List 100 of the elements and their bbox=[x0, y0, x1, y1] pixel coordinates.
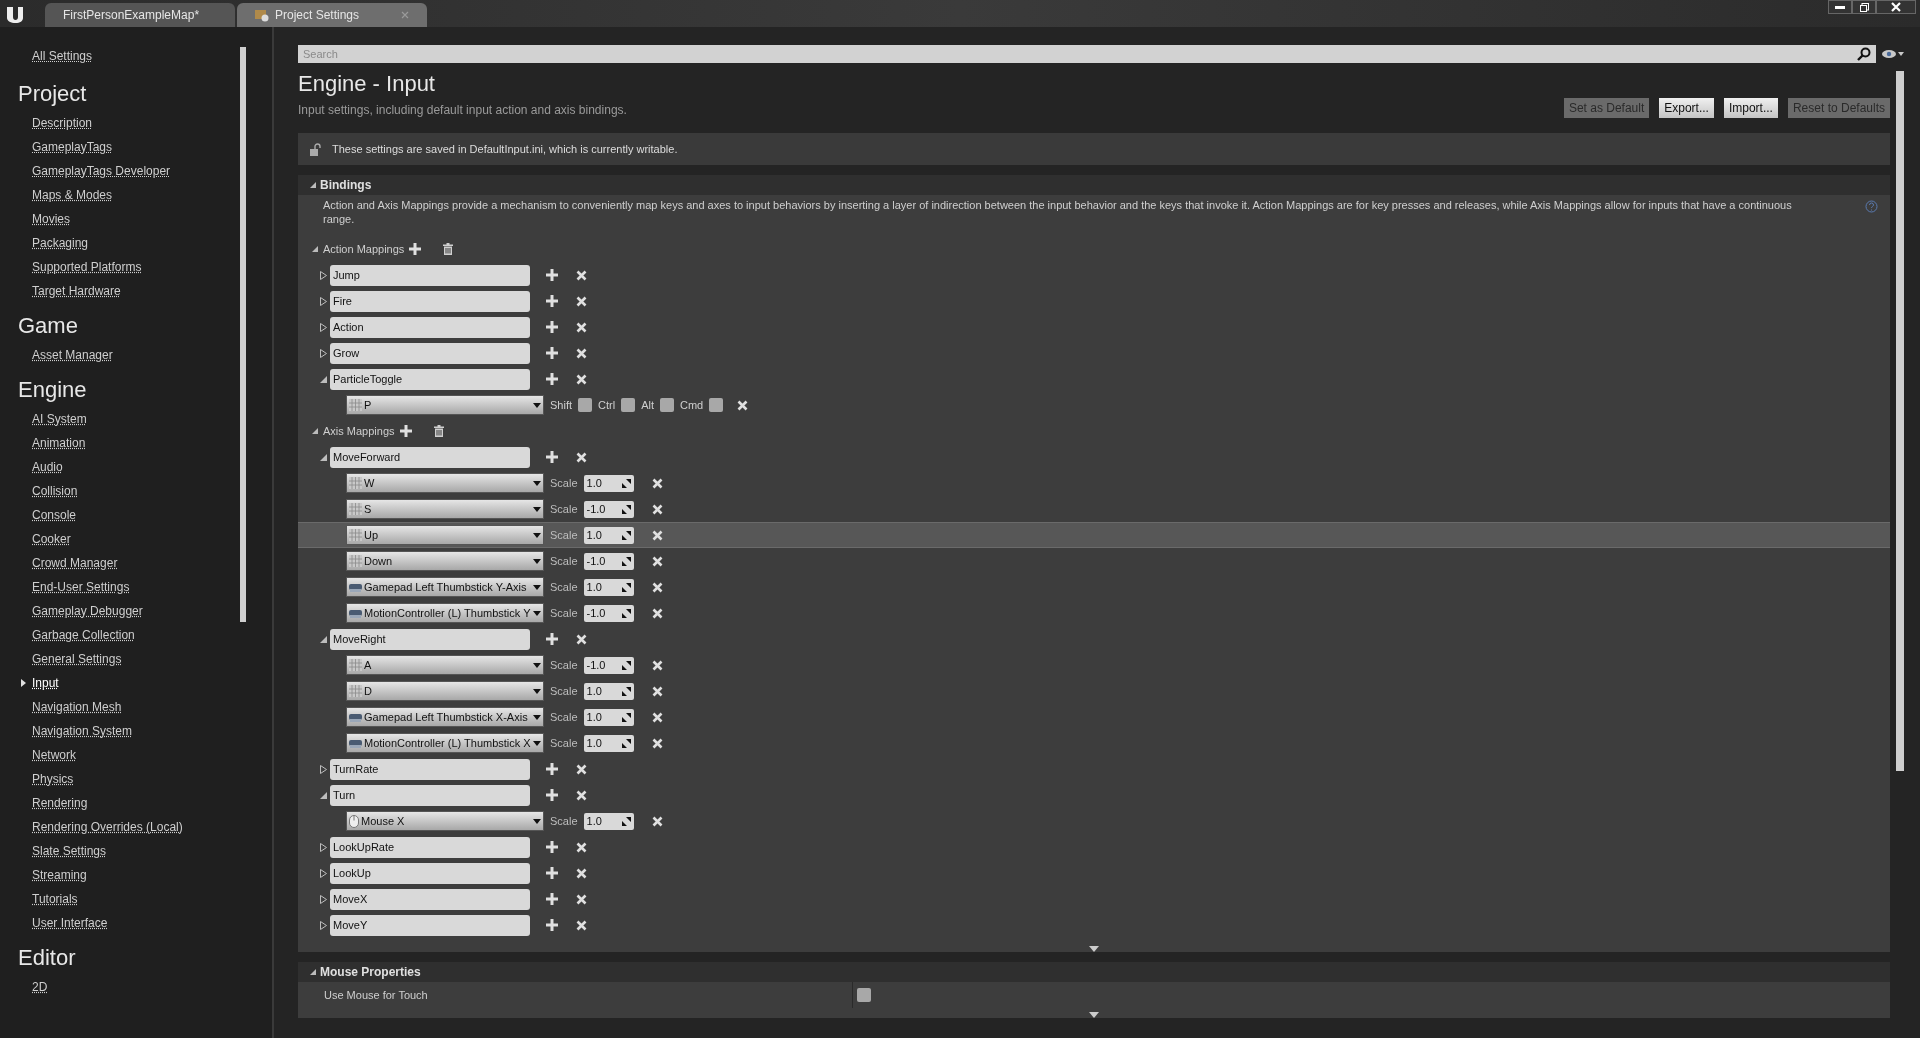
mapping-name-field[interactable]: MoveForward bbox=[330, 446, 530, 468]
mapping-name-field[interactable]: LookUp bbox=[330, 862, 530, 884]
collapsed-triangle-icon[interactable] bbox=[319, 894, 327, 904]
scale-field[interactable]: 1.0 bbox=[583, 812, 634, 830]
plus-icon[interactable] bbox=[546, 763, 558, 775]
plus-icon[interactable] bbox=[546, 373, 558, 385]
sidebar-link[interactable]: Garbage Collection bbox=[32, 626, 135, 644]
expanded-triangle-icon[interactable] bbox=[312, 246, 318, 252]
scale-field[interactable]: -1.0 bbox=[583, 552, 634, 570]
header-button[interactable]: Export... bbox=[1659, 98, 1714, 118]
mapping-name-field[interactable]: MoveY bbox=[330, 914, 530, 936]
expanded-triangle-icon[interactable] bbox=[319, 375, 327, 383]
scale-field[interactable]: 1.0 bbox=[583, 708, 634, 726]
sidebar-link[interactable]: Physics bbox=[32, 770, 74, 788]
expanded-triangle-icon[interactable] bbox=[319, 453, 327, 461]
scale-field[interactable]: -1.0 bbox=[583, 604, 634, 622]
sidebar-link[interactable]: AI System bbox=[32, 410, 87, 428]
key-dropdown[interactable]: Down bbox=[346, 551, 544, 571]
eye-icon[interactable] bbox=[1882, 49, 1904, 59]
scrollbar[interactable] bbox=[1896, 71, 1904, 771]
property-checkbox[interactable] bbox=[857, 988, 871, 1002]
sidebar-link[interactable]: Rendering Overrides (Local) bbox=[32, 818, 183, 836]
sidebar-link[interactable]: Cooker bbox=[32, 530, 71, 548]
sidebar-link[interactable]: Maps & Modes bbox=[32, 186, 113, 204]
key-dropdown[interactable]: P bbox=[346, 395, 544, 415]
collapsed-triangle-icon[interactable] bbox=[319, 348, 327, 358]
restore-button[interactable] bbox=[1852, 0, 1876, 14]
sidebar-link[interactable]: Streaming bbox=[32, 866, 87, 884]
sidebar-link[interactable]: Target Hardware bbox=[32, 282, 121, 300]
plus-icon[interactable] bbox=[399, 425, 412, 437]
plus-icon[interactable] bbox=[546, 347, 558, 359]
expanded-triangle-icon[interactable] bbox=[310, 969, 316, 975]
scale-field[interactable]: 1.0 bbox=[583, 734, 634, 752]
mapping-name-field[interactable]: Grow bbox=[330, 342, 530, 364]
collapsed-triangle-icon[interactable] bbox=[319, 920, 327, 930]
sidebar-link[interactable]: Navigation Mesh bbox=[32, 698, 122, 716]
sidebar-link[interactable]: Rendering bbox=[32, 794, 88, 812]
scale-field[interactable]: -1.0 bbox=[583, 500, 634, 518]
editor-tab[interactable]: FirstPersonExampleMap* bbox=[45, 3, 235, 27]
key-dropdown[interactable]: A bbox=[346, 655, 544, 675]
key-dropdown[interactable]: W bbox=[346, 473, 544, 493]
collapsed-triangle-icon[interactable] bbox=[319, 322, 327, 332]
key-dropdown[interactable]: D bbox=[346, 681, 544, 701]
scale-field[interactable]: 1.0 bbox=[583, 474, 634, 492]
sidebar-link[interactable]: Input bbox=[32, 674, 59, 692]
sidebar-link[interactable]: Network bbox=[32, 746, 76, 764]
expanded-triangle-icon[interactable] bbox=[319, 635, 327, 643]
key-row[interactable]: Up Scale 1.0 bbox=[298, 522, 1890, 548]
scrollbar[interactable] bbox=[240, 47, 246, 622]
key-dropdown[interactable]: S bbox=[346, 499, 544, 519]
header-button[interactable]: Import... bbox=[1723, 98, 1778, 118]
sidebar-link[interactable]: Console bbox=[32, 506, 77, 524]
plus-icon[interactable] bbox=[546, 893, 558, 905]
mapping-name-field[interactable]: LookUpRate bbox=[330, 836, 530, 858]
sidebar-link[interactable]: All Settings bbox=[32, 49, 93, 63]
category-header[interactable]: Bindings bbox=[298, 175, 1890, 195]
plus-icon[interactable] bbox=[546, 633, 558, 645]
key-dropdown[interactable]: Up bbox=[346, 525, 544, 545]
key-dropdown[interactable]: Mouse X bbox=[346, 811, 544, 831]
sidebar-link[interactable]: Gameplay Debugger bbox=[32, 602, 143, 620]
mapping-name-field[interactable]: ParticleToggle bbox=[330, 368, 530, 390]
sidebar-link[interactable]: Slate Settings bbox=[32, 842, 107, 860]
sidebar-link[interactable]: General Settings bbox=[32, 650, 122, 668]
modifier-checkbox[interactable] bbox=[659, 398, 674, 412]
plus-icon[interactable] bbox=[409, 243, 422, 255]
key-dropdown[interactable]: Gamepad Left Thumbstick Y-Axis bbox=[346, 577, 544, 597]
mapping-name-field[interactable]: Action bbox=[330, 316, 530, 338]
plus-icon[interactable] bbox=[546, 841, 558, 853]
mapping-name-field[interactable]: Fire bbox=[330, 290, 530, 312]
collapsed-triangle-icon[interactable] bbox=[319, 868, 327, 878]
close-window-button[interactable] bbox=[1876, 0, 1916, 14]
sidebar-link[interactable]: Navigation System bbox=[32, 722, 133, 740]
mapping-name-field[interactable]: TurnRate bbox=[330, 758, 530, 780]
expanded-triangle-icon[interactable] bbox=[310, 182, 316, 188]
collapsed-triangle-icon[interactable] bbox=[319, 764, 327, 774]
scale-field[interactable]: 1.0 bbox=[583, 526, 634, 544]
scale-field[interactable]: -1.0 bbox=[583, 656, 634, 674]
plus-icon[interactable] bbox=[546, 451, 558, 463]
sidebar-link[interactable]: Audio bbox=[32, 458, 63, 476]
sidebar-link[interactable]: Collision bbox=[32, 482, 78, 500]
plus-icon[interactable] bbox=[546, 295, 558, 307]
key-dropdown[interactable]: Gamepad Left Thumbstick X-Axis bbox=[346, 707, 544, 727]
modifier-checkbox[interactable] bbox=[621, 398, 636, 412]
key-dropdown[interactable]: MotionController (L) Thumbstick X bbox=[346, 733, 544, 753]
sidebar-link[interactable]: Packaging bbox=[32, 234, 89, 252]
plus-icon[interactable] bbox=[546, 789, 558, 801]
sidebar-link[interactable]: End-User Settings bbox=[32, 578, 130, 596]
mapping-name-field[interactable]: MoveRight bbox=[330, 628, 530, 650]
mapping-name-field[interactable]: Turn bbox=[330, 784, 530, 806]
plus-icon[interactable] bbox=[546, 919, 558, 931]
plus-icon[interactable] bbox=[546, 269, 558, 281]
sidebar-link[interactable]: 2D bbox=[32, 978, 48, 996]
scale-field[interactable]: 1.0 bbox=[583, 578, 634, 596]
plus-icon[interactable] bbox=[546, 321, 558, 333]
trash-icon[interactable] bbox=[443, 243, 454, 255]
sidebar-link[interactable]: GameplayTags Developer bbox=[32, 162, 171, 180]
sidebar-link[interactable]: Movies bbox=[32, 210, 70, 228]
collapsed-triangle-icon[interactable] bbox=[319, 842, 327, 852]
editor-tab[interactable]: Project Settings bbox=[237, 3, 427, 27]
expand-down-icon[interactable] bbox=[1089, 946, 1099, 952]
